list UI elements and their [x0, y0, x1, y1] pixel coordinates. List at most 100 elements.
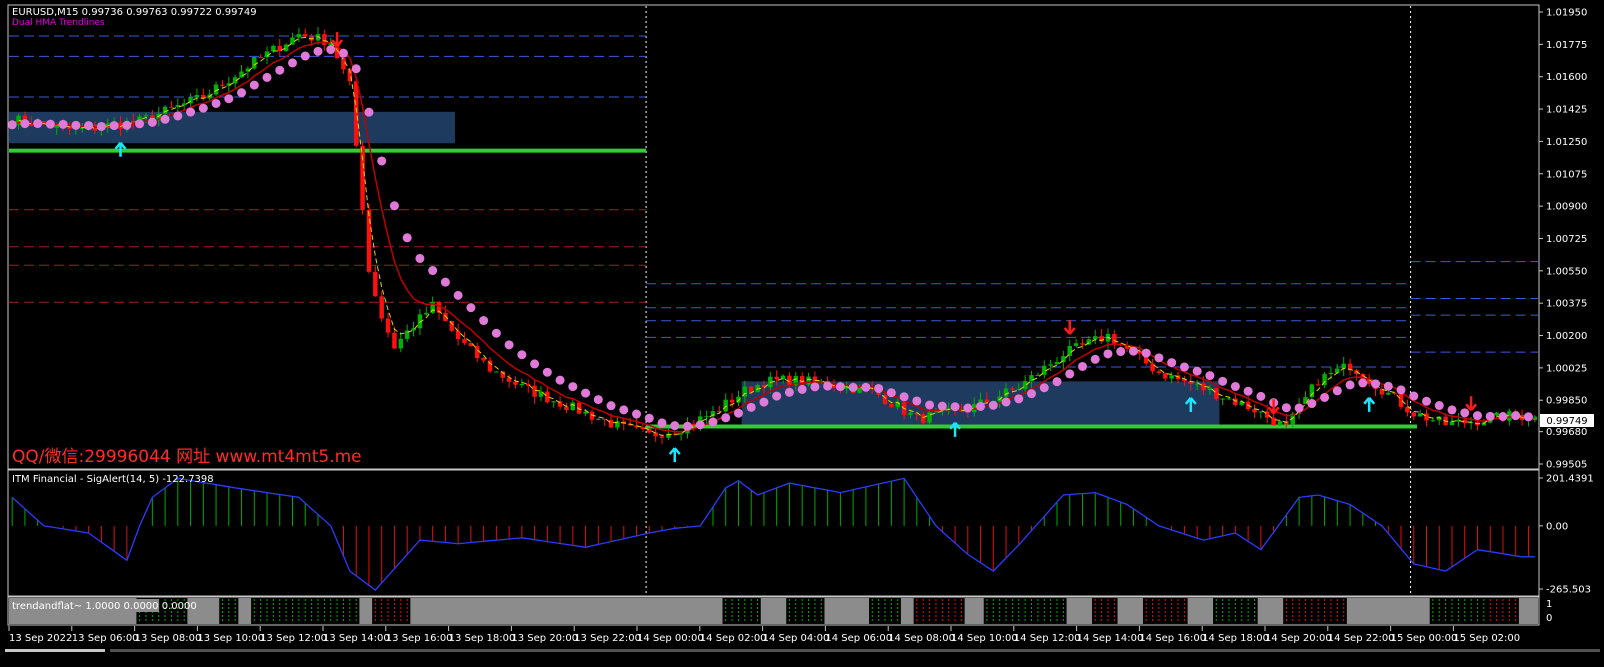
candle-body: [1335, 368, 1340, 373]
price-axis: 1.01950 1.01775 1.01600 1.01425 1.01250 1.010…: [1539, 8, 1587, 471]
candle-body: [303, 34, 308, 37]
candle-body: [984, 399, 990, 403]
hma-dot: [1422, 396, 1432, 406]
trendandflat-title: trendandflat~ 1.0000 0.0000 0.0000: [12, 601, 197, 612]
horizontal-scrollbar[interactable]: [110, 649, 1600, 652]
hma-dot: [746, 402, 756, 412]
time-tick-label: 14 Sep 12:00: [1014, 633, 1081, 644]
price-tick-label: 1.00900: [1546, 202, 1587, 213]
candle-body: [475, 346, 480, 359]
hma-dot: [632, 409, 642, 419]
candle-body: [424, 312, 429, 315]
hma-dot: [84, 121, 94, 131]
candle-body: [1386, 392, 1391, 395]
hma-dot: [682, 421, 692, 431]
candle-body: [1169, 375, 1174, 379]
candle-body: [366, 209, 372, 272]
time-tick-label: 14 Sep 16:00: [1139, 633, 1206, 644]
time-tick-label: 14 Sep 04:00: [763, 633, 830, 644]
price-tick-label: 1.00550: [1546, 266, 1587, 277]
hma-dot: [1141, 348, 1151, 358]
hma-dot: [313, 46, 323, 56]
candle-body: [691, 423, 697, 426]
flat-segment: [359, 598, 373, 624]
candle-body: [1010, 388, 1015, 390]
candle-body: [220, 84, 225, 86]
candle-body: [379, 296, 384, 319]
candle-body: [564, 406, 569, 411]
time-tick-label: 14 Sep 00:00: [637, 633, 704, 644]
hma-dot: [453, 290, 463, 300]
time-tick-label: 13 Sep 14:00: [323, 633, 390, 644]
time-tick-label: 14 Sep 20:00: [1265, 633, 1332, 644]
candle-body: [704, 416, 709, 418]
candle-body: [1092, 336, 1098, 340]
flat-segment: [238, 598, 252, 624]
sigalert-tick-label: 201.4391: [1546, 474, 1594, 485]
chart-tab-left[interactable]: [5, 649, 105, 652]
candle-body: [723, 399, 728, 412]
candle-body: [1112, 333, 1117, 345]
time-tick-label: 13 Sep 08:00: [135, 633, 202, 644]
hma-dot: [848, 382, 858, 392]
candle-body: [1156, 371, 1162, 374]
price-tick-label: 1.00200: [1546, 331, 1587, 342]
sigalert-tick-label: -265.503: [1546, 585, 1591, 596]
candle-body: [398, 338, 404, 349]
candle-body: [831, 386, 837, 388]
price-tick-label: 1.00725: [1546, 234, 1587, 245]
hma-dot: [937, 401, 947, 411]
time-tick-label: 13 Sep 16:00: [386, 633, 453, 644]
flat-segment: [1187, 598, 1214, 624]
hma-dot: [377, 156, 387, 166]
indicator-tag: Dual HMA Trendlines: [12, 18, 105, 28]
hma-dot: [135, 119, 145, 129]
hma-dot: [1103, 349, 1113, 359]
candle-body: [252, 57, 257, 69]
hma-dot: [810, 382, 820, 392]
candle-body: [1449, 421, 1455, 426]
trendandflat-tick-label: 1: [1546, 599, 1552, 610]
flat-segment: [964, 598, 984, 624]
candle-body: [258, 57, 263, 59]
hma-dot: [96, 121, 106, 131]
hma-dot: [1192, 366, 1202, 376]
candle-body: [1277, 421, 1283, 426]
candle-body: [341, 58, 346, 70]
hma-dot: [45, 119, 55, 129]
hma-dot: [504, 340, 514, 350]
candle-body: [806, 376, 811, 385]
hma-dot: [1434, 401, 1444, 411]
candle-body: [1054, 362, 1060, 365]
hma-dot: [1409, 391, 1419, 401]
time-tick-label: 14 Sep 06:00: [825, 633, 892, 644]
candle-body: [608, 419, 614, 428]
flat-segment: [900, 598, 914, 624]
candle-body: [1022, 381, 1028, 389]
hma-dot: [58, 119, 68, 129]
hma-dot: [1243, 386, 1253, 396]
hma-dot: [1039, 383, 1049, 393]
candle-body: [927, 412, 932, 423]
hma-dot: [351, 64, 361, 74]
hma-dot: [1218, 376, 1228, 386]
hma-dot: [530, 359, 540, 369]
candle-body: [1424, 413, 1429, 421]
candle-body: [1392, 392, 1397, 394]
candle-body: [239, 71, 244, 78]
hma-dot: [784, 387, 794, 397]
candle-body: [513, 381, 518, 385]
sigalert-tick-label: 0.00: [1546, 521, 1568, 532]
hma-dot: [695, 420, 705, 430]
hma-dot: [568, 382, 578, 392]
hma-dot: [517, 350, 527, 360]
time-tick-label: 14 Sep 08:00: [888, 633, 955, 644]
hma-dot: [1256, 391, 1266, 401]
hma-dot: [122, 120, 132, 130]
hma-dot: [899, 392, 909, 402]
price-tick-label: 1.01075: [1546, 169, 1587, 180]
hma-dot: [1090, 354, 1100, 364]
price-tick-label: 1.01600: [1546, 72, 1587, 83]
candle-body: [933, 411, 939, 413]
candle-body: [1080, 343, 1085, 345]
